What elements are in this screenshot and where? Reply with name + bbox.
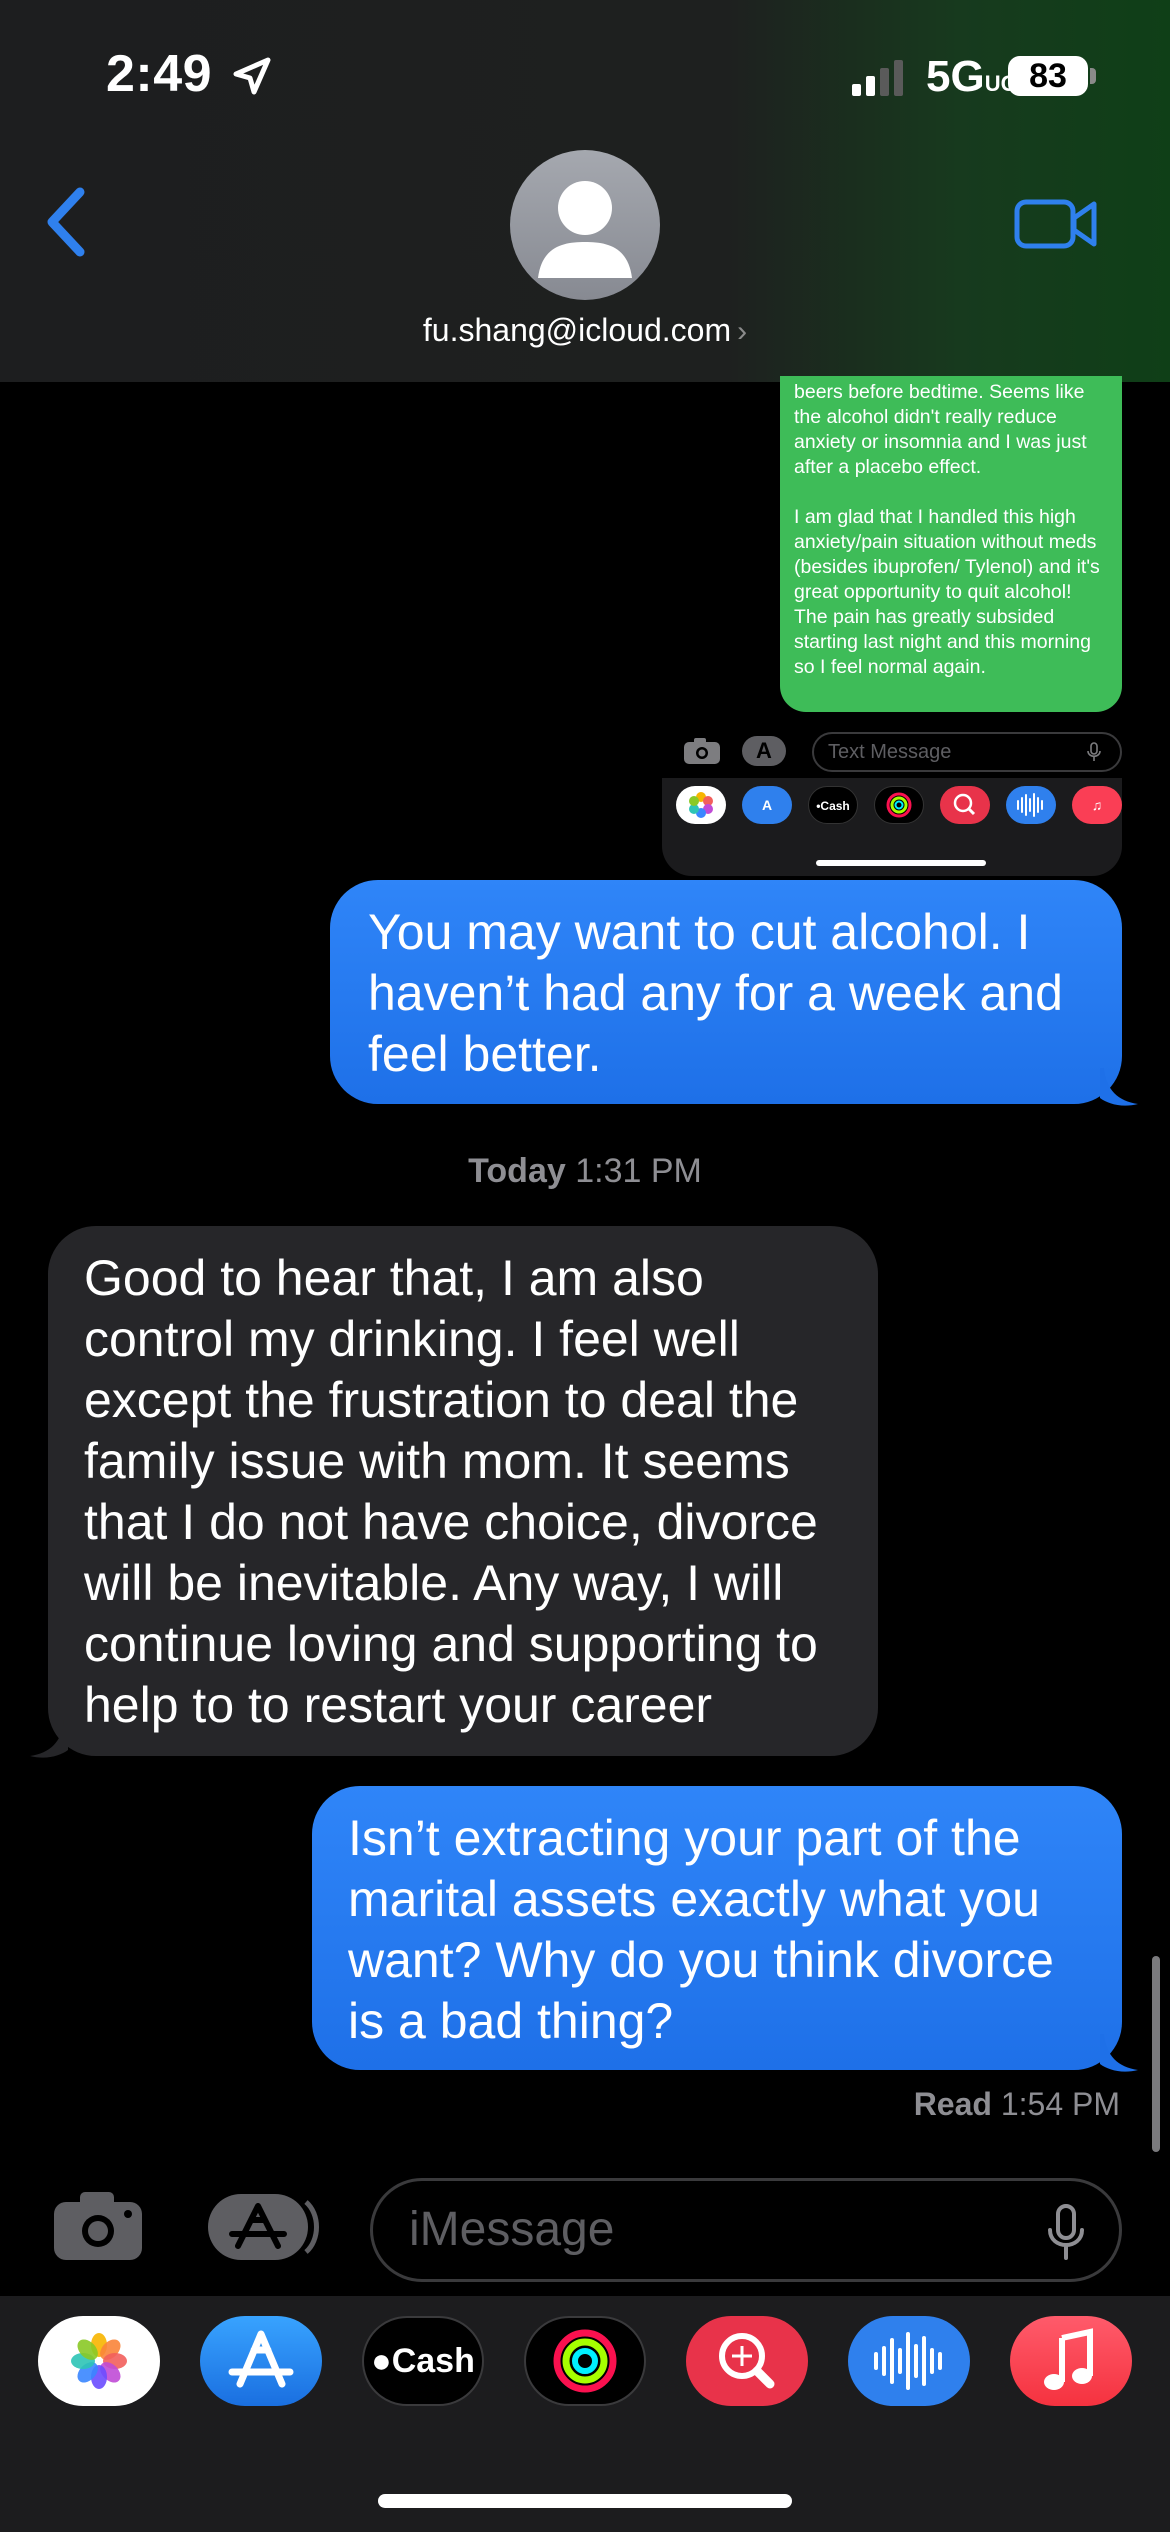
bubble-tail	[30, 1720, 68, 1758]
bubble-tail	[1100, 1068, 1138, 1106]
back-chevron-icon[interactable]	[40, 182, 96, 262]
conversation-timestamp: Today 1:31 PM	[468, 1152, 702, 1190]
image-search-icon[interactable]	[686, 2316, 808, 2406]
apple-cash-icon[interactable]: ●Cash	[362, 2316, 484, 2406]
received-message-bubble[interactable]: Good to hear that, I am also control my …	[48, 1226, 878, 1756]
home-indicator[interactable]	[378, 2494, 792, 2508]
embedded-green-message[interactable]: beers before bedtime. Seems like the alc…	[780, 376, 1122, 712]
battery-nub	[1090, 68, 1096, 84]
camera-icon[interactable]	[52, 2190, 144, 2262]
embedded-audio-message-icon	[1006, 786, 1056, 824]
embedded-activity-icon	[874, 786, 924, 824]
network-type: 5GUC	[926, 52, 1017, 101]
status-time: 2:49	[106, 45, 213, 103]
embedded-home-indicator	[816, 860, 986, 866]
embedded-mic-icon	[1087, 742, 1101, 761]
activity-icon[interactable]	[524, 2316, 646, 2406]
contact-name[interactable]: fu.shang@icloud.com ›	[0, 312, 1170, 349]
embedded-image-search-icon	[940, 786, 990, 824]
embedded-photos-icon	[676, 786, 726, 824]
embedded-text-input: Text Message	[812, 732, 1122, 772]
imessage-input[interactable]: iMessage	[370, 2178, 1122, 2282]
contact-avatar[interactable]	[510, 150, 660, 300]
audio-message-icon[interactable]	[848, 2316, 970, 2406]
embedded-apple-cash-icon: •Cash	[808, 786, 858, 824]
location-arrow-icon	[233, 57, 271, 95]
embedded-music-icon: ♫	[1072, 786, 1122, 824]
apple-logo-icon: ●	[371, 2342, 392, 2380]
photos-icon[interactable]	[38, 2316, 160, 2406]
sent-message-bubble[interactable]: Isn’t extracting your part of the marita…	[312, 1786, 1122, 2070]
read-receipt: Read 1:54 PM	[913, 2086, 1120, 2122]
facetime-video-icon[interactable]	[1014, 196, 1098, 252]
bubble-tail	[1100, 2034, 1138, 2072]
embedded-app-store-icon: A	[742, 786, 792, 824]
battery-level: 83	[1008, 56, 1088, 96]
microphone-icon[interactable]	[1046, 2204, 1086, 2260]
app-store-icon[interactable]	[200, 2316, 322, 2406]
embedded-camera-icon	[684, 738, 720, 764]
embedded-message-paragraph: beers before bedtime. Seems like the alc…	[794, 381, 1087, 478]
embedded-message-paragraph: I am glad that I handled this high anxie…	[794, 506, 1100, 678]
scrollbar[interactable]	[1152, 1956, 1160, 2152]
music-icon[interactable]	[1010, 2316, 1132, 2406]
app-store-icon[interactable]	[208, 2194, 320, 2260]
contact-chevron-icon: ›	[737, 315, 748, 348]
embedded-app-store-icon: A	[742, 736, 786, 766]
cellular-signal-icon	[852, 60, 903, 96]
sent-message-bubble[interactable]: You may want to cut alcohol. I haven’t h…	[330, 880, 1122, 1104]
cash-label: Cash	[391, 2342, 475, 2380]
person-silhouette-icon	[538, 181, 632, 278]
